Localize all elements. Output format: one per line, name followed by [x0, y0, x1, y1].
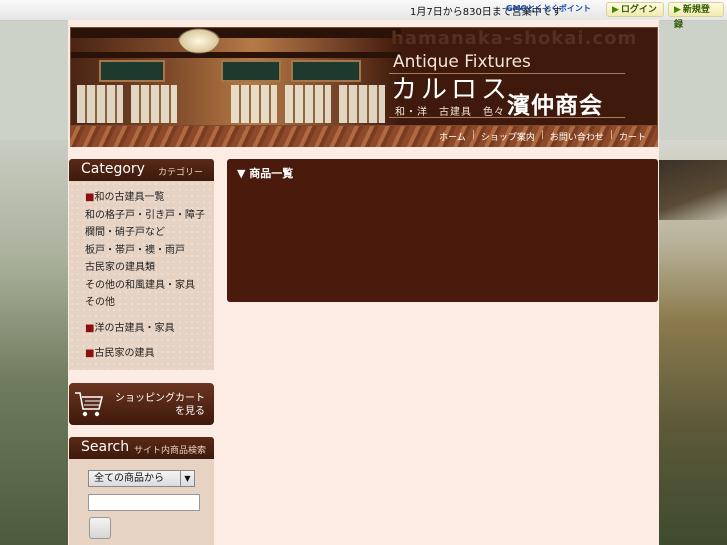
cart-label: ショッピングカートを見る: [115, 393, 205, 417]
domain-watermark: hamanaka-shokai.com: [391, 28, 638, 49]
product-list-heading: ▼ 商品一覧: [237, 167, 294, 180]
header-tagline: 和・洋 古建具 色々: [395, 107, 505, 118]
category-item[interactable]: その他の和風建具・家具: [69, 277, 214, 295]
search-panel: 全ての商品から ▼: [69, 459, 214, 545]
top-utility-bar: 1月7日から830日まで営業中です GMOとくとくポイント ▶ ログイン ▶ 新規登…: [0, 0, 727, 30]
category-list: ■和の古建具一覧 和の格子戸・引き戸・障子 欄間・硝子戸など 板戸・帯戸・襖・雨…: [69, 181, 214, 370]
interior-photo: [71, 28, 401, 125]
category-item[interactable]: ■和の古建具一覧: [69, 189, 214, 207]
arrow-right-icon: ▶: [674, 5, 681, 15]
nav-shop-info[interactable]: ショップ案内: [481, 130, 535, 143]
category-item[interactable]: ■洋の古建具・家具: [69, 320, 214, 338]
main-content-panel: ▼ 商品一覧: [227, 159, 658, 302]
background-roof: [658, 160, 727, 220]
nav-home[interactable]: ホーム: [439, 130, 466, 143]
chandelier: [177, 28, 221, 54]
gmo-points-logo[interactable]: GMOとくとくポイント: [506, 3, 591, 14]
arrow-right-icon: ▶: [612, 5, 619, 15]
search-category-select[interactable]: 全ての商品から ▼: [88, 470, 195, 487]
nav-contact[interactable]: お問い合わせ: [550, 130, 604, 143]
category-item[interactable]: 板戸・帯戸・襖・雨戸: [69, 242, 214, 260]
category-item[interactable]: 欄間・硝子戸など: [69, 224, 214, 242]
background-trees-left: [0, 140, 70, 545]
nav-cart[interactable]: カート: [619, 130, 646, 143]
antique-fixtures-heading: Antique Fixtures: [393, 52, 531, 72]
search-button[interactable]: [89, 517, 111, 539]
carlos-logo-text: カルロス: [391, 75, 512, 105]
chevron-down-icon: ▼: [180, 471, 194, 486]
category-item[interactable]: ■古民家の建具: [69, 345, 214, 363]
category-header: Category カテゴリー: [69, 159, 214, 181]
square-bullet-icon: ■: [85, 348, 95, 359]
category-item[interactable]: 古民家の建具類: [69, 259, 214, 277]
site-header: hamanaka-shokai.com Antique Fixtures カルロ…: [70, 27, 658, 126]
search-input[interactable]: [88, 494, 200, 511]
shopping-cart-button[interactable]: ショッピングカートを見る: [69, 383, 214, 425]
square-bullet-icon: ■: [85, 192, 95, 203]
square-bullet-icon: ■: [85, 322, 95, 334]
category-item[interactable]: 和の格子戸・引き戸・障子: [69, 207, 214, 225]
shop-name[interactable]: 濱仲商会: [507, 86, 603, 120]
login-button[interactable]: ▶ ログイン: [606, 2, 664, 17]
global-nav: ホーム | ショップ案内 | お問い合わせ | カート: [70, 126, 658, 147]
search-header: Search サイト内商品検索: [69, 437, 214, 459]
cart-icon: [75, 392, 104, 417]
register-button[interactable]: ▶ 新規登録: [668, 2, 724, 30]
category-item[interactable]: その他: [69, 294, 214, 312]
sidebar: Category カテゴリー ■和の古建具一覧 和の格子戸・引き戸・障子 欄間・…: [69, 159, 214, 370]
